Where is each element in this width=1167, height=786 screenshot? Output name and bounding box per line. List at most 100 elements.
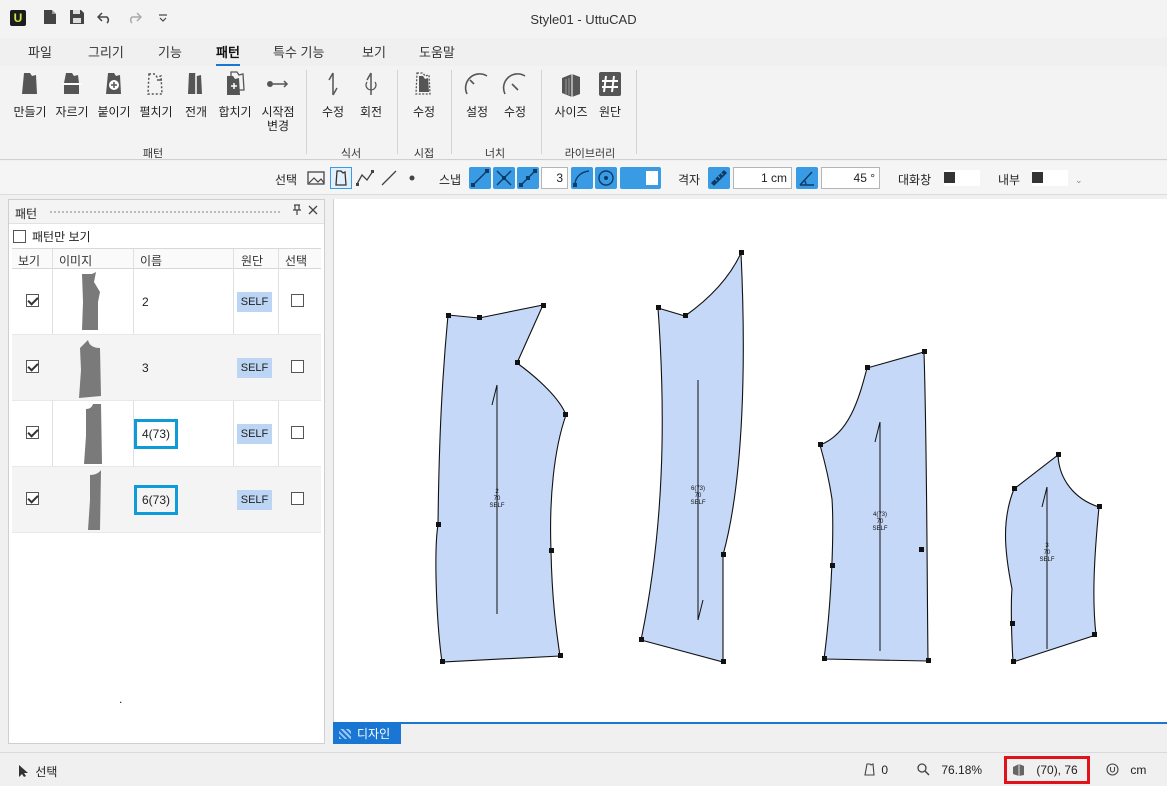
- pattern-piece-6: [640, 252, 744, 663]
- notch-edit-button[interactable]: 수정: [499, 70, 531, 119]
- status-size[interactable]: (70), 76: [1012, 763, 1078, 777]
- cut-pattern-button[interactable]: 자르기: [53, 70, 91, 119]
- snap-curve-icon[interactable]: [571, 167, 593, 189]
- pattern-piece-2: [435, 304, 567, 663]
- table-row[interactable]: 4(73) SELF: [12, 401, 321, 467]
- snap-divide-icon[interactable]: [517, 167, 539, 189]
- fabric-library-button[interactable]: 원단: [594, 70, 626, 119]
- title-bar: U Style01 - UttuCAD: [0, 0, 1167, 38]
- select-curve-icon[interactable]: [354, 167, 376, 189]
- table-row[interactable]: 6(73) SELF: [12, 467, 321, 533]
- inner-toggle[interactable]: [1032, 170, 1068, 186]
- dialog-toggle[interactable]: [944, 170, 980, 186]
- table-row[interactable]: 2 SELF: [12, 269, 321, 335]
- status-unit[interactable]: cm: [1106, 763, 1146, 777]
- table-header: 보기 이미지 이름 원단 선택: [12, 249, 321, 269]
- grainline-rotate-button[interactable]: 회전: [355, 70, 387, 119]
- grainline-edit-icon: [328, 72, 338, 96]
- tab-special[interactable]: 특수 기능: [273, 42, 324, 61]
- piece-label: 70: [494, 496, 501, 502]
- col-image[interactable]: 이미지: [59, 252, 92, 269]
- col-view[interactable]: 보기: [18, 252, 40, 269]
- ribbon-separator: [636, 70, 637, 154]
- visible-checkbox[interactable]: [26, 360, 39, 373]
- unfold-pattern-button[interactable]: 전개: [180, 70, 212, 119]
- pattern-count-icon: [864, 763, 875, 776]
- group-label-seam: 시접: [413, 148, 435, 160]
- panel-title: 패턴: [15, 207, 38, 221]
- piece-label: 70: [1044, 550, 1051, 556]
- visible-checkbox[interactable]: [26, 426, 39, 439]
- select-pattern-icon[interactable]: [330, 167, 352, 189]
- fabric-badge[interactable]: SELF: [237, 358, 272, 378]
- size-library-icon: [1013, 764, 1024, 776]
- select-checkbox[interactable]: [291, 294, 304, 307]
- pattern-panel: 패턴 패턴만 보기 보기 이미지 이름 원단 선택 2 SELF 3 SELF …: [8, 199, 325, 744]
- spread-pattern-button[interactable]: 펼치기: [137, 70, 175, 119]
- visible-checkbox[interactable]: [26, 492, 39, 505]
- snap-intersection-icon[interactable]: [493, 167, 515, 189]
- show-only-patterns-label: 패턴만 보기: [32, 230, 91, 244]
- snap-divide-input[interactable]: 3: [541, 167, 568, 189]
- col-name[interactable]: 이름: [140, 252, 162, 269]
- snap-toggle[interactable]: [620, 167, 661, 189]
- show-only-patterns-checkbox[interactable]: [13, 230, 26, 243]
- select-image-icon[interactable]: [305, 167, 327, 189]
- toolbar-overflow-icon[interactable]: ⌄: [1075, 175, 1083, 186]
- notch-setting-button[interactable]: 설정: [461, 70, 493, 119]
- close-icon[interactable]: [307, 203, 319, 219]
- toolbar: 선택 스냅 3 격자 1 cm 45 ° 대화창 내부 ⌄: [0, 161, 1167, 195]
- grid-size-input[interactable]: 1 cm: [733, 167, 792, 189]
- tab-pattern[interactable]: 패턴: [216, 42, 240, 67]
- size-library-button[interactable]: 사이즈: [550, 70, 592, 119]
- snap-center-icon[interactable]: [595, 167, 617, 189]
- select-line-icon[interactable]: [378, 167, 400, 189]
- pattern-merge-icon: [227, 71, 245, 95]
- visible-checkbox[interactable]: [26, 294, 39, 307]
- start-point-icon: [267, 80, 289, 88]
- design-tab-icon: [339, 729, 351, 739]
- fabric-badge[interactable]: SELF: [237, 490, 272, 510]
- menu-bar: 파일 그리기 기능 패턴 특수 기능 보기 도움말: [0, 38, 1167, 67]
- select-point-icon[interactable]: [401, 167, 423, 189]
- status-zoom[interactable]: 76.18%: [917, 763, 982, 777]
- fabric-badge[interactable]: SELF: [237, 424, 272, 444]
- select-checkbox[interactable]: [291, 492, 304, 505]
- attach-pattern-button[interactable]: 붙이기: [95, 70, 133, 119]
- show-only-patterns[interactable]: 패턴만 보기: [13, 228, 91, 245]
- pattern-name-highlighted: 4(73): [134, 419, 178, 449]
- angle-icon[interactable]: [796, 167, 818, 189]
- snap-end-icon[interactable]: [469, 167, 491, 189]
- tab-help[interactable]: 도움말: [419, 42, 455, 61]
- pattern-canvas-svg[interactable]: 2 70 SELF 6(73) 70 SELF 4(73) 70 SELF 3 …: [334, 199, 1167, 723]
- table-row[interactable]: 3 SELF: [12, 335, 321, 401]
- fabric-badge[interactable]: SELF: [237, 292, 272, 312]
- tab-design[interactable]: 디자인: [333, 724, 401, 744]
- design-canvas[interactable]: 2 70 SELF 6(73) 70 SELF 4(73) 70 SELF 3 …: [333, 199, 1167, 723]
- pattern-thumbnail: [88, 470, 101, 530]
- group-label-library: 라이브러리: [564, 148, 616, 160]
- col-select[interactable]: 선택: [285, 252, 307, 269]
- panel-grip[interactable]: [49, 210, 280, 214]
- col-fabric[interactable]: 원단: [241, 252, 263, 269]
- change-start-point-button[interactable]: 시작점 변경: [258, 70, 298, 133]
- grainline-edit-button[interactable]: 수정: [317, 70, 349, 119]
- notch-setting-icon: [464, 73, 488, 95]
- grid-ruler-icon[interactable]: [708, 167, 730, 189]
- select-checkbox[interactable]: [291, 360, 304, 373]
- pin-icon[interactable]: [292, 204, 302, 219]
- stray-mark: .: [119, 692, 123, 706]
- tab-view[interactable]: 보기: [362, 42, 386, 61]
- piece-label: 6(73): [691, 486, 705, 492]
- select-checkbox[interactable]: [291, 426, 304, 439]
- pattern-spread-icon: [147, 73, 163, 95]
- tab-file[interactable]: 파일: [28, 42, 52, 61]
- make-pattern-button[interactable]: 만들기: [10, 70, 50, 119]
- tab-draw[interactable]: 그리기: [88, 42, 124, 61]
- status-piece-count: 0: [864, 763, 888, 777]
- angle-input[interactable]: 45 °: [821, 167, 880, 189]
- piece-label: 70: [695, 493, 702, 499]
- tab-function[interactable]: 기능: [158, 42, 182, 61]
- merge-pattern-button[interactable]: 합치기: [216, 70, 254, 119]
- seam-edit-button[interactable]: 수정: [408, 70, 440, 119]
